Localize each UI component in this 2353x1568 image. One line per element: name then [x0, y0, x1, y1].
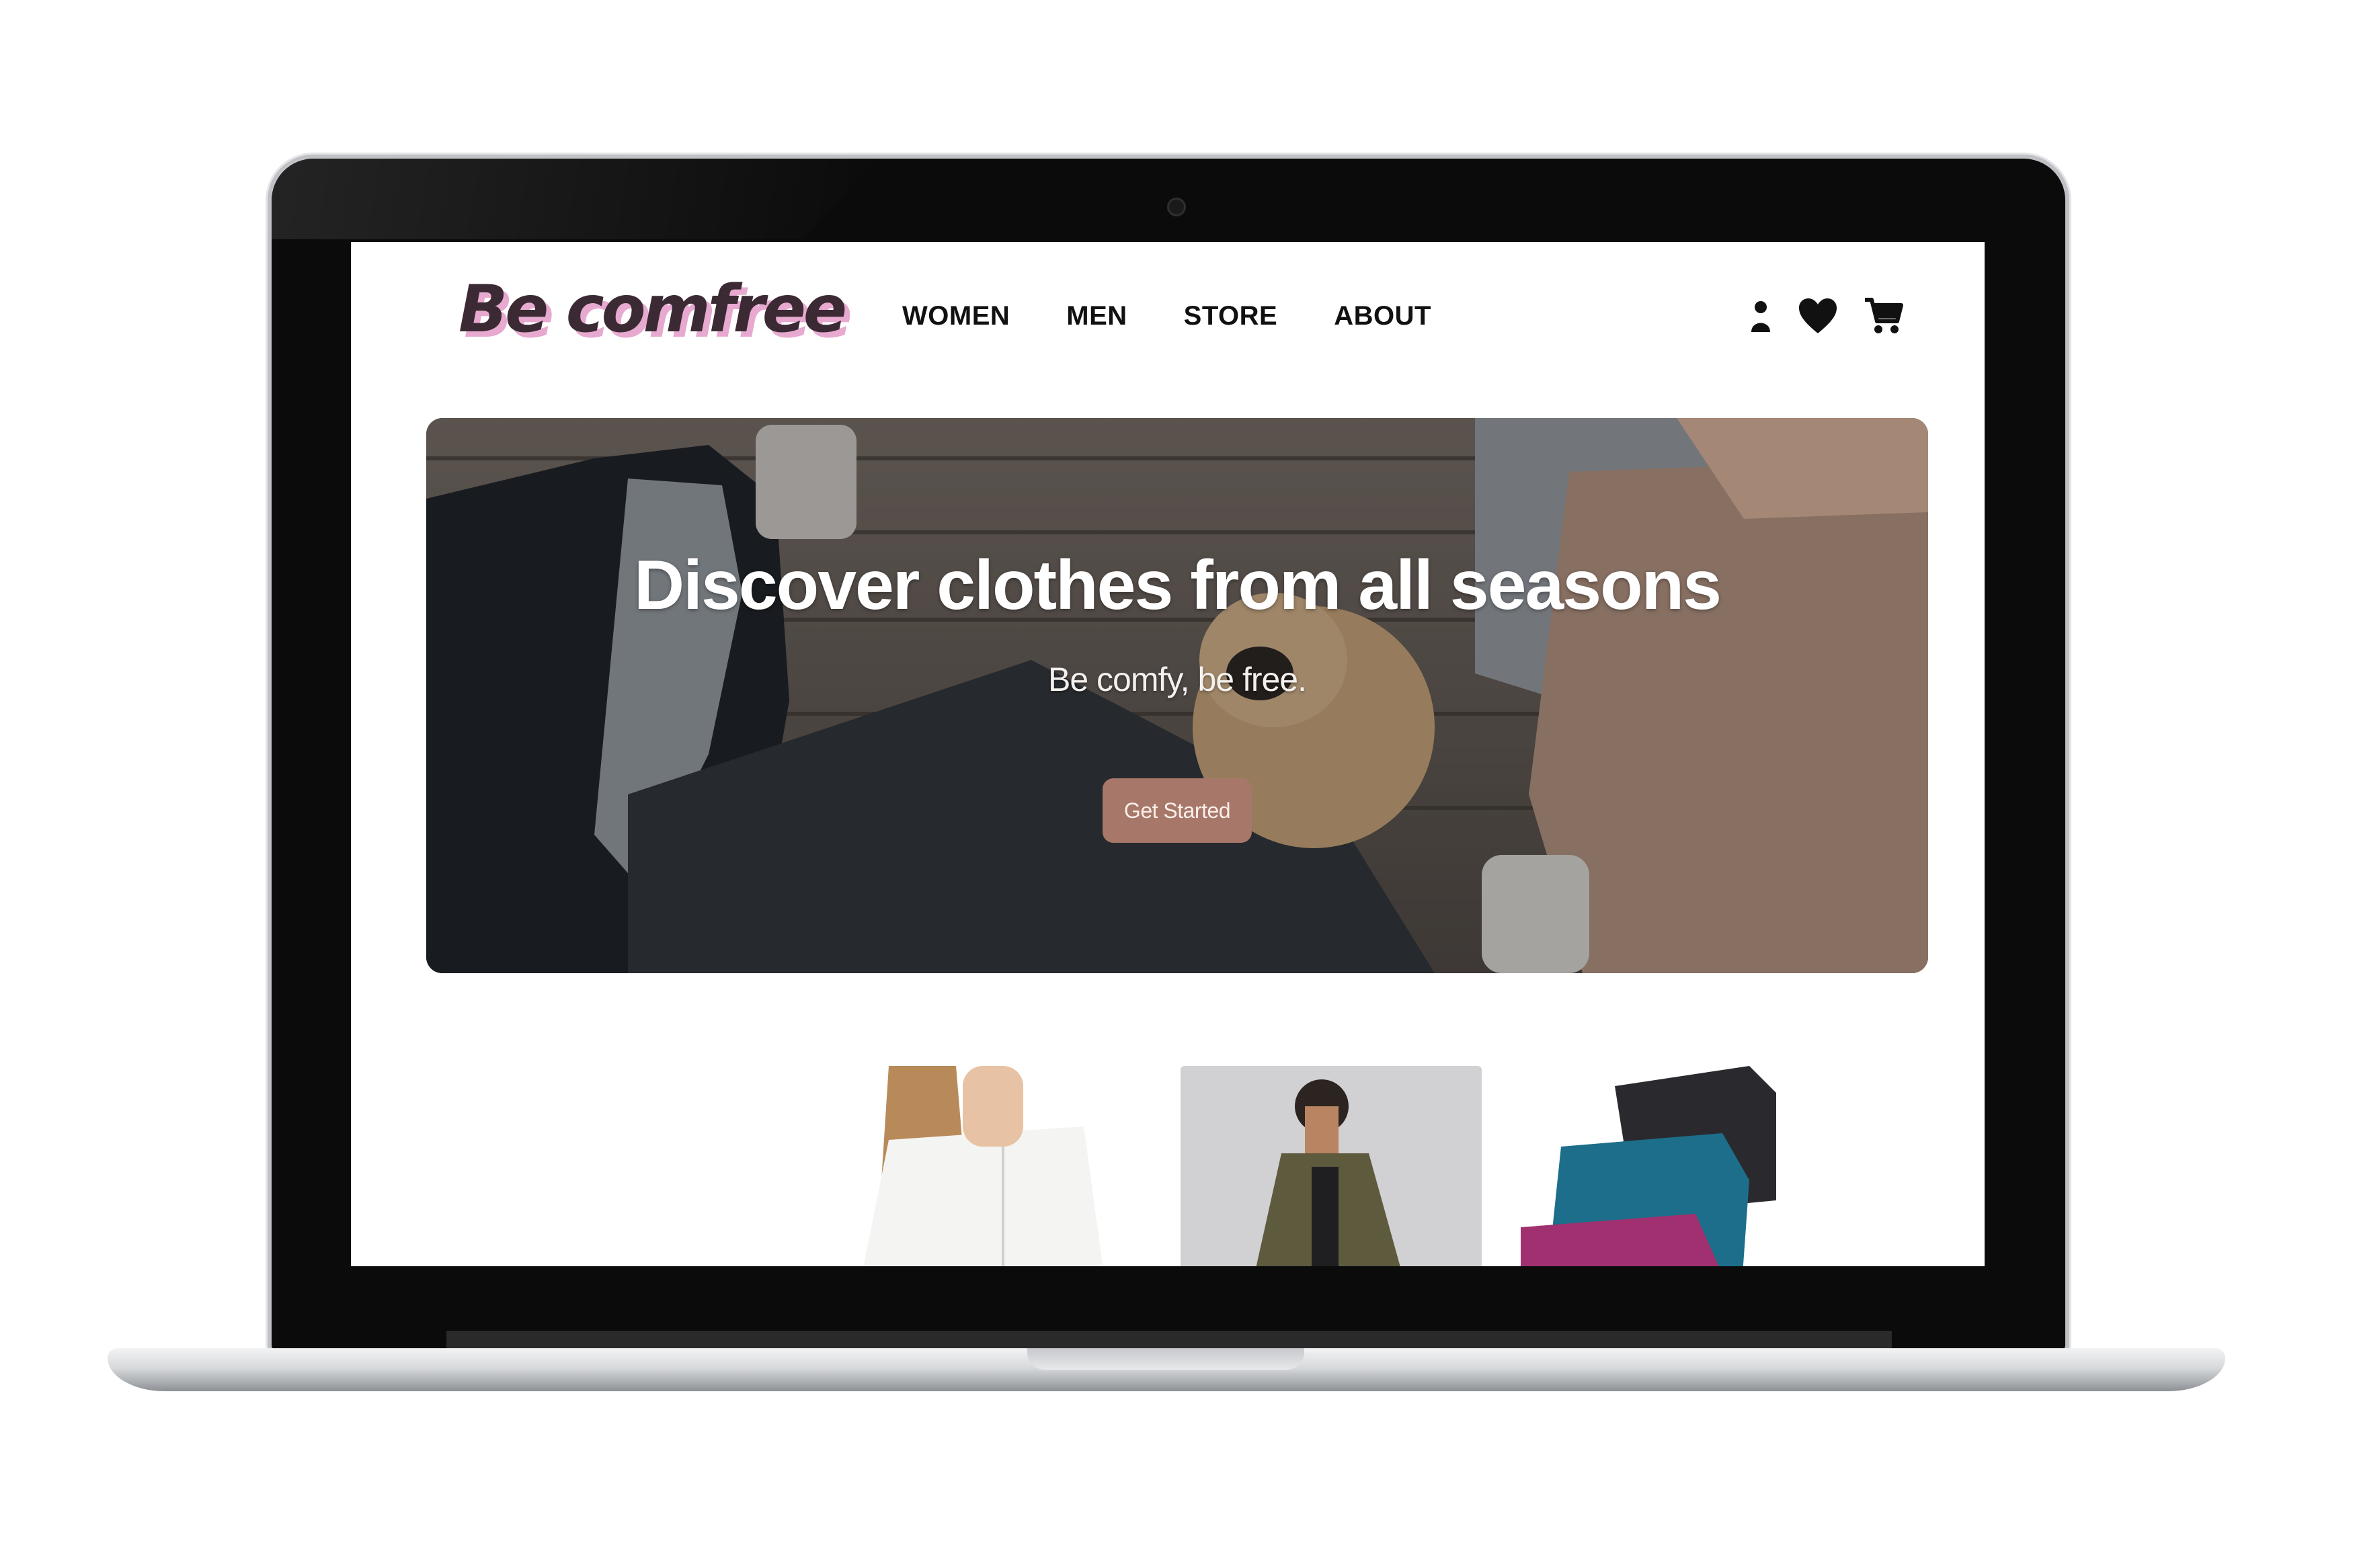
hero-banner: Discover clothes from all seasons Be com…	[426, 418, 1928, 973]
get-started-button[interactable]: Get Started	[1103, 778, 1252, 843]
nav-store[interactable]: STORE	[1184, 301, 1278, 331]
hero-title: Discover clothes from all seasons	[633, 546, 1722, 624]
cart-icon[interactable]	[1864, 296, 1904, 336]
site-logo[interactable]: Be comfree	[458, 272, 847, 347]
product-card-olive-jacket[interactable]	[1181, 1066, 1482, 1266]
laptop-base	[108, 1348, 2225, 1391]
main-nav: WOMEN MEN STORE ABOUT	[902, 301, 1431, 331]
header-icons	[1749, 296, 1904, 336]
product-card-colored-tshirts[interactable]	[1521, 1066, 1776, 1266]
product-image	[1256, 1079, 1400, 1266]
laptop-screen: Be comfree WOMEN MEN STORE ABOUT Discove…	[351, 242, 1985, 1266]
nav-about[interactable]: ABOUT	[1334, 301, 1431, 331]
nav-men[interactable]: MEN	[1066, 301, 1127, 331]
laptop-lid: Be comfree WOMEN MEN STORE ABOUT Discove…	[272, 159, 2065, 1350]
nav-women[interactable]: WOMEN	[902, 301, 1010, 331]
lid-glare	[272, 159, 877, 239]
webcam-icon	[1167, 198, 1186, 216]
trackpad-notch	[1027, 1348, 1304, 1370]
product-image	[1521, 1066, 1776, 1266]
heart-icon[interactable]	[1798, 297, 1838, 335]
user-icon[interactable]	[1749, 298, 1772, 333]
product-image	[863, 1066, 1103, 1266]
product-card-white-blouse[interactable]	[862, 1066, 1111, 1266]
hero-subtitle: Be comfy, be free.	[1047, 661, 1307, 698]
